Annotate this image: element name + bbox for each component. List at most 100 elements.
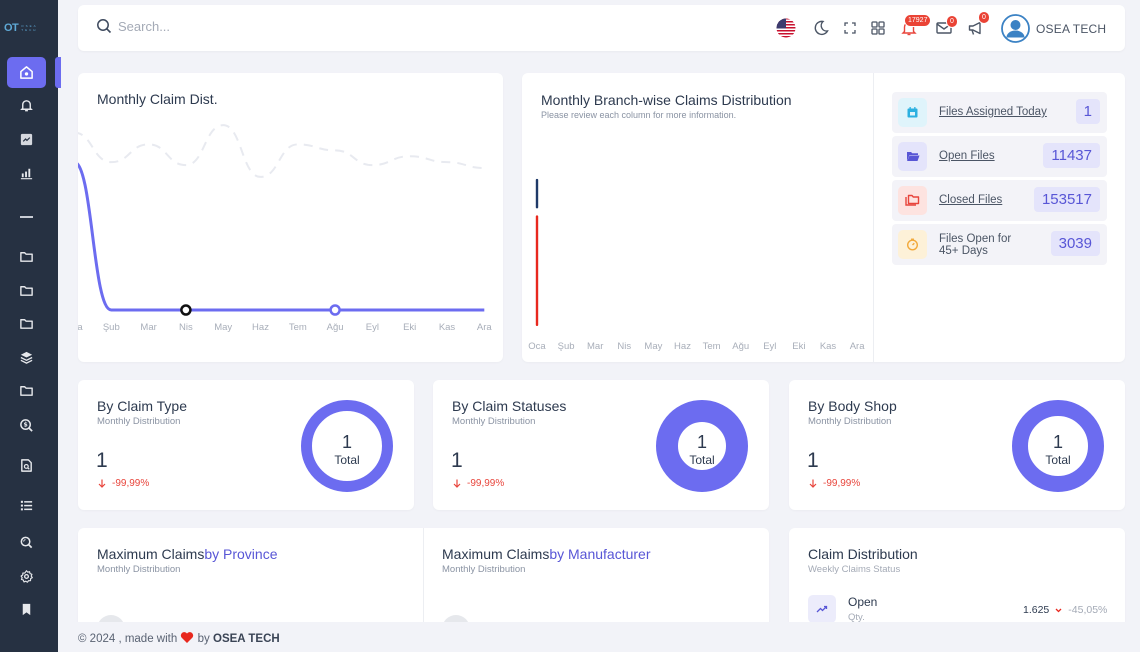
kpi-delta: -99,99% — [98, 478, 149, 489]
trend-chart-icon — [20, 133, 33, 146]
stat-value: 3039 — [1050, 231, 1100, 256]
data-point-marker[interactable] — [180, 304, 192, 316]
bar-series-2[interactable] — [535, 215, 539, 326]
x-tick-label: Eyl — [763, 341, 776, 352]
donut-value: 1 — [697, 432, 707, 452]
language-selector[interactable] — [775, 17, 797, 39]
sidebar-active-indicator — [55, 57, 61, 88]
x-tick-label: Şub — [103, 322, 120, 333]
user-name: OSEA TECH — [1036, 21, 1107, 36]
settings-icon — [20, 570, 33, 583]
sidebar-item-search[interactable] — [7, 527, 46, 558]
max-claims-province: Maximum Claimsby Province Monthly Distri… — [97, 546, 278, 575]
apps-button[interactable] — [867, 17, 889, 39]
divider — [873, 73, 874, 362]
x-tick-label: Eki — [792, 341, 805, 352]
fullscreen-button[interactable] — [839, 17, 861, 39]
sidebar-item-bookmarks[interactable] — [7, 594, 46, 625]
messages-badge: 0 — [946, 15, 958, 28]
card-subtitle: Monthly Distribution — [452, 416, 536, 427]
sidebar-item-folder-3[interactable] — [7, 308, 46, 339]
sidebar-item-layers[interactable] — [7, 342, 46, 373]
kpi-donut: 1 Total — [656, 400, 748, 492]
sidebar-item-list[interactable] — [7, 490, 46, 521]
trend-up-icon — [816, 605, 828, 613]
notifications-button[interactable]: 17927 — [898, 14, 932, 39]
user-menu[interactable]: OSEA TECH — [1001, 14, 1106, 43]
card-subtitle: Monthly Distribution — [808, 416, 892, 427]
x-tick-label: Mar — [587, 341, 603, 352]
home-icon — [20, 66, 33, 79]
bar-series-1[interactable] — [535, 178, 539, 209]
folder-icon — [20, 319, 33, 329]
x-tick-label: Oca — [78, 322, 83, 333]
sidebar-item-reports[interactable] — [7, 157, 46, 188]
x-tick-label: Mar — [140, 322, 156, 333]
kpi-card-claim-type: By Claim Type Monthly Distribution 1 -99… — [78, 380, 414, 510]
svg-text:$: $ — [23, 422, 27, 429]
x-tick-label: Ağu — [327, 322, 344, 333]
kpi-value: 1 — [96, 449, 108, 472]
kpi-value: 1 — [451, 449, 463, 472]
max-claims-manufacturer: Maximum Claimsby Manufacturer Monthly Di… — [442, 546, 651, 575]
card-title: Maximum Claimsby Province — [97, 546, 278, 562]
search-box[interactable] — [96, 18, 318, 34]
series-line-previous — [78, 124, 485, 178]
stat-files-assigned-today[interactable]: Files Assigned Today 1 — [892, 92, 1107, 133]
monthly-claim-card: Monthly Claim Dist. OcaŞubMarNisMayHazTe… — [78, 73, 503, 362]
x-tick-label: Eki — [403, 322, 416, 333]
donut-value: 1 — [342, 432, 352, 452]
folder-icon — [20, 252, 33, 262]
data-point-marker[interactable] — [329, 304, 341, 316]
kpi-card-body-shop: By Body Shop Monthly Distribution 1 -99,… — [789, 380, 1125, 510]
sidebar-item-folder-2[interactable] — [7, 275, 46, 306]
stat-label[interactable]: Closed Files — [939, 194, 1002, 206]
stat-label: Files Open for 45+ Days — [939, 233, 1012, 257]
sidebar-item-file-search[interactable] — [7, 450, 46, 481]
list-icon — [20, 500, 33, 511]
calendar-icon — [907, 107, 918, 118]
donut-label: Total — [334, 453, 359, 467]
dark-mode-toggle[interactable] — [810, 17, 832, 39]
stat-value: 153517 — [1033, 187, 1100, 212]
card-subtitle: Monthly Distribution — [97, 564, 181, 575]
stat-open-files[interactable]: Open Files 11437 — [892, 136, 1107, 177]
layers-icon — [20, 351, 33, 364]
stat-label[interactable]: Files Assigned Today — [939, 106, 1047, 118]
donut-label: Total — [689, 453, 714, 467]
footer-brand[interactable]: OSEA TECH — [213, 633, 280, 645]
sidebar-item-home[interactable] — [7, 57, 46, 88]
messages-button[interactable]: 0 — [933, 15, 958, 39]
stat-value: 1 — [1075, 99, 1100, 124]
bookmark-icon — [22, 603, 31, 616]
row-value: 1.625 — [1023, 604, 1050, 616]
logo[interactable]: OT OSEA TECH — [4, 22, 38, 34]
donut-label: Total — [1045, 453, 1070, 467]
timer-icon — [906, 238, 919, 251]
sidebar-item-trends[interactable] — [7, 124, 46, 155]
x-tick-label: May — [644, 341, 662, 352]
x-tick-label: Haz — [252, 322, 269, 333]
kpi-value: 1 — [807, 449, 819, 472]
sidebar-item-folder-1[interactable] — [7, 241, 46, 272]
donut-value: 1 — [1053, 432, 1063, 452]
folder-open-icon — [906, 152, 919, 161]
card-subtitle: Weekly Claims Status — [808, 564, 901, 575]
us-flag-icon — [776, 18, 796, 38]
announcements-button[interactable]: 0 — [965, 11, 990, 39]
search-input[interactable] — [118, 18, 318, 34]
sidebar-item-notifications[interactable] — [7, 90, 46, 121]
sidebar-item-settings[interactable] — [7, 561, 46, 592]
x-tick-label: Tem — [289, 322, 307, 333]
sidebar-item-financial-search[interactable]: $ — [7, 410, 46, 441]
x-tick-label: Ara — [850, 341, 866, 352]
stat-files-open-45-days[interactable]: Files Open for 45+ Days 3039 — [892, 224, 1107, 265]
x-tick-label: Haz — [674, 341, 691, 352]
logo-subtext: OSEA TECH — [21, 24, 38, 32]
stat-closed-files[interactable]: Closed Files 153517 — [892, 180, 1107, 221]
sidebar-item-folder-4[interactable] — [7, 375, 46, 406]
arrow-down-icon — [98, 479, 106, 488]
stat-label[interactable]: Open Files — [939, 150, 995, 162]
footer: © 2024 , made with by OSEA TECH — [78, 632, 280, 645]
chevron-down-icon — [1055, 608, 1062, 612]
